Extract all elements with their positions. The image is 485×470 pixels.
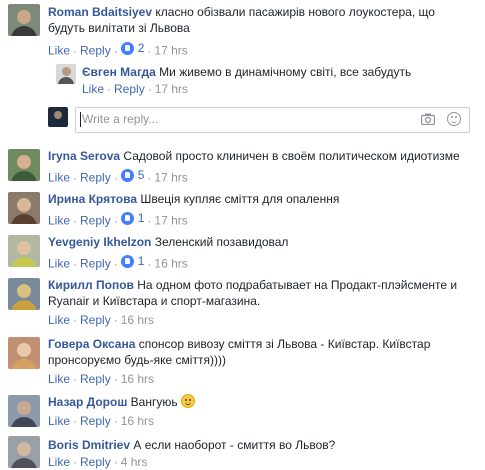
- thumbs-up-icon: [120, 41, 134, 55]
- comment: Говера Оксана спонсор вивозу сміття зі Л…: [0, 331, 485, 386]
- reply-link[interactable]: Reply: [80, 414, 111, 428]
- comment-actions: Like · Reply · 4 hrs: [48, 455, 148, 469]
- timestamp[interactable]: 16 hrs: [154, 257, 187, 271]
- like-count[interactable]: 1: [120, 253, 144, 269]
- comment-text: Вангуюь: [130, 395, 178, 409]
- comment-actions: Like · Reply · 16 hrs: [48, 372, 155, 386]
- reply-link[interactable]: Reply: [80, 372, 111, 386]
- like-link[interactable]: Like: [48, 257, 70, 271]
- like-link[interactable]: Like: [48, 372, 70, 386]
- commenter-name[interactable]: Yevgeniy Ikhelzon: [48, 235, 151, 249]
- smiley-icon[interactable]: [447, 112, 461, 126]
- comment-actions: Like · Reply · 16 hrs: [48, 313, 155, 327]
- commenter-name[interactable]: Євген Магда: [82, 65, 156, 79]
- avatar[interactable]: [8, 4, 40, 36]
- comment-actions: Like · Reply · 5 · 17 hrs: [48, 167, 188, 185]
- comment-actions: Like · Reply · 17 hrs: [82, 82, 189, 96]
- comment: Ирина Крятова Швеція купляє сміття для о…: [0, 186, 485, 228]
- commenter-name[interactable]: Назар Дорош: [48, 395, 127, 409]
- like-link[interactable]: Like: [48, 214, 70, 228]
- avatar[interactable]: [8, 278, 40, 310]
- comment: Iryna Serova Садовой просто клиничен в с…: [0, 143, 485, 185]
- comment-text: Зеленский позавидовал: [154, 235, 289, 249]
- like-count[interactable]: 5: [120, 167, 144, 183]
- avatar[interactable]: [8, 337, 40, 369]
- reply-link[interactable]: Reply: [80, 455, 111, 469]
- avatar[interactable]: [8, 395, 40, 427]
- smiley-emoji-icon: [180, 394, 195, 408]
- comment-text: А если наоборот - смиття во Львов?: [133, 438, 336, 452]
- avatar[interactable]: [8, 149, 40, 181]
- reply-link[interactable]: Reply: [80, 257, 111, 271]
- comment: Yevgeniy Ikhelzon Зеленский позавидовал …: [0, 229, 485, 271]
- thumbs-up-icon: [120, 211, 134, 225]
- timestamp[interactable]: 16 hrs: [121, 313, 154, 327]
- like-link[interactable]: Like: [48, 171, 70, 185]
- comment-actions: Like · Reply · 1 · 17 hrs: [48, 210, 188, 228]
- timestamp[interactable]: 16 hrs: [121, 372, 154, 386]
- reply-link[interactable]: Reply: [80, 313, 111, 327]
- reply-input[interactable]: Write a reply...: [75, 107, 470, 133]
- timestamp[interactable]: 17 hrs: [154, 171, 187, 185]
- avatar[interactable]: [8, 192, 40, 224]
- comment: Кирилл Попов На одном фото подрабатывает…: [0, 272, 485, 327]
- reply-link[interactable]: Reply: [80, 214, 111, 228]
- like-count[interactable]: 1: [120, 210, 144, 226]
- comment-text: Ми живемо в динамічному світі, все забуд…: [159, 65, 412, 79]
- commenter-name[interactable]: Roman Bdaitsiyev: [48, 5, 152, 19]
- commenter-name[interactable]: Boris Dmitriev: [48, 438, 130, 452]
- comment-text: Швеція купляє сміття для опалення: [140, 192, 340, 206]
- timestamp[interactable]: 17 hrs: [155, 82, 188, 96]
- comment-actions: Like · Reply · 16 hrs: [48, 414, 155, 428]
- camera-icon[interactable]: [421, 113, 435, 125]
- reply-placeholder: Write a reply...: [82, 112, 159, 126]
- comment-actions: Like · Reply · 2 · 17 hrs: [48, 40, 188, 58]
- like-link[interactable]: Like: [48, 414, 70, 428]
- timestamp[interactable]: 16 hrs: [121, 414, 154, 428]
- like-link[interactable]: Like: [48, 313, 70, 327]
- like-count[interactable]: 2: [120, 40, 144, 56]
- commenter-name[interactable]: Говера Оксана: [48, 337, 135, 351]
- commenter-name[interactable]: Iryna Serova: [48, 149, 120, 163]
- avatar[interactable]: [56, 64, 76, 84]
- thumbs-up-icon: [120, 254, 134, 268]
- commenter-name[interactable]: Ирина Крятова: [48, 192, 137, 206]
- reply-link[interactable]: Reply: [114, 82, 145, 96]
- comment: Назар Дорош Вангуюь Like · Reply · 16 hrs: [0, 389, 485, 429]
- timestamp[interactable]: 4 hrs: [121, 455, 148, 469]
- like-link[interactable]: Like: [48, 44, 70, 58]
- like-link[interactable]: Like: [48, 455, 70, 469]
- reply-link[interactable]: Reply: [80, 171, 111, 185]
- thumbs-up-icon: [120, 168, 134, 182]
- comment: Roman Bdaitsiyev класно обізвали пасажир…: [0, 0, 485, 60]
- comment: Boris Dmitriev А если наоборот - смиття …: [0, 432, 485, 470]
- text-caret: [80, 112, 81, 127]
- avatar[interactable]: [8, 436, 40, 468]
- comment-text: Садовой просто клиничен в своём политиче…: [123, 149, 460, 163]
- comment-reply: Євген Магда Ми живемо в динамічному світ…: [0, 60, 485, 100]
- avatar[interactable]: [8, 235, 40, 267]
- timestamp[interactable]: 17 hrs: [154, 214, 187, 228]
- reply-link[interactable]: Reply: [80, 44, 111, 58]
- like-link[interactable]: Like: [82, 82, 104, 96]
- comment-actions: Like · Reply · 1 · 16 hrs: [48, 253, 188, 271]
- commenter-name[interactable]: Кирилл Попов: [48, 278, 134, 292]
- timestamp[interactable]: 17 hrs: [154, 44, 187, 58]
- current-user-avatar: [48, 107, 68, 127]
